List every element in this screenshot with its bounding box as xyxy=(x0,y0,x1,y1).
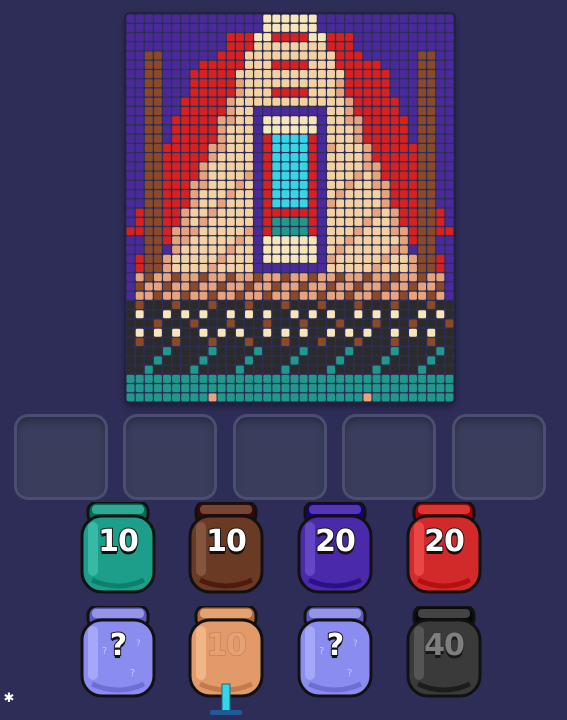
jar-tan-count: 10 xyxy=(206,628,248,664)
jar-purple-count: 20 xyxy=(314,523,357,560)
jar-mystery-2-count: ? xyxy=(326,627,345,664)
gear-icon[interactable]: ✱ xyxy=(2,692,16,706)
jar-mystery-2[interactable]: ??? ? xyxy=(289,606,381,698)
jar-mystery-1-count: ? xyxy=(109,627,128,664)
jar-brown-count: 10 xyxy=(205,523,248,560)
pixel-art-grid xyxy=(126,14,454,402)
jar-brown[interactable]: 10 xyxy=(180,502,272,594)
svg-text:?: ? xyxy=(347,668,352,679)
collection-slot-3[interactable] xyxy=(233,414,327,500)
jar-black-count: 40 xyxy=(423,627,466,664)
jar-red-count: 20 xyxy=(423,523,466,560)
jar-black[interactable]: 40 xyxy=(398,606,490,698)
jar-teal[interactable]: 10 xyxy=(72,502,164,594)
jar-teal-count: 10 xyxy=(97,523,140,560)
collection-slot-4[interactable] xyxy=(342,414,436,500)
jar-mystery-1[interactable]: ??? ? xyxy=(72,606,164,698)
jar-purple[interactable]: 20 xyxy=(289,502,381,594)
pixel-art-board[interactable] xyxy=(126,14,454,402)
svg-text:?: ? xyxy=(130,668,135,679)
collection-slot-1[interactable] xyxy=(14,414,108,500)
collection-slot-2[interactable] xyxy=(123,414,217,500)
collection-slot-5[interactable] xyxy=(452,414,546,500)
jar-red[interactable]: 20 xyxy=(398,502,490,594)
jar-tan-locked[interactable]: 10 xyxy=(180,606,272,715)
